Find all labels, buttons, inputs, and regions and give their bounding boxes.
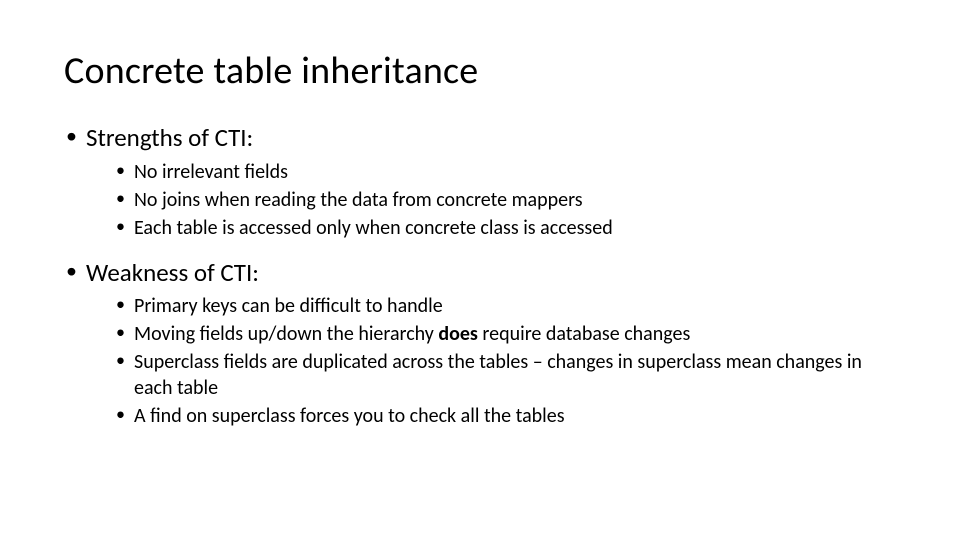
section-weakness: Weakness of CTI: Primary keys can be dif…: [64, 257, 896, 430]
list-item: A find on superclass forces you to check…: [114, 403, 896, 429]
list-item: No joins when reading the data from conc…: [114, 187, 896, 213]
slide: Concrete table inheritance Strengths of …: [0, 0, 960, 540]
list-item: No irrelevant fields: [114, 159, 896, 185]
weakness-list: Primary keys can be difficult to handle …: [114, 293, 896, 429]
list-item: Each table is accessed only when concret…: [114, 215, 896, 241]
section-strengths: Strengths of CTI: No irrelevant fields N…: [64, 122, 896, 241]
content-list: Strengths of CTI: No irrelevant fields N…: [64, 122, 896, 429]
section-heading: Weakness of CTI:: [86, 257, 259, 288]
slide-title: Concrete table inheritance: [64, 48, 896, 94]
list-item: Primary keys can be difficult to handle: [114, 293, 896, 319]
list-item: Superclass fields are duplicated across …: [114, 349, 896, 401]
strengths-list: No irrelevant fields No joins when readi…: [114, 159, 896, 241]
section-heading: Strengths of CTI:: [86, 122, 253, 153]
list-item: Moving fields up/down the hierarchy does…: [114, 321, 896, 347]
